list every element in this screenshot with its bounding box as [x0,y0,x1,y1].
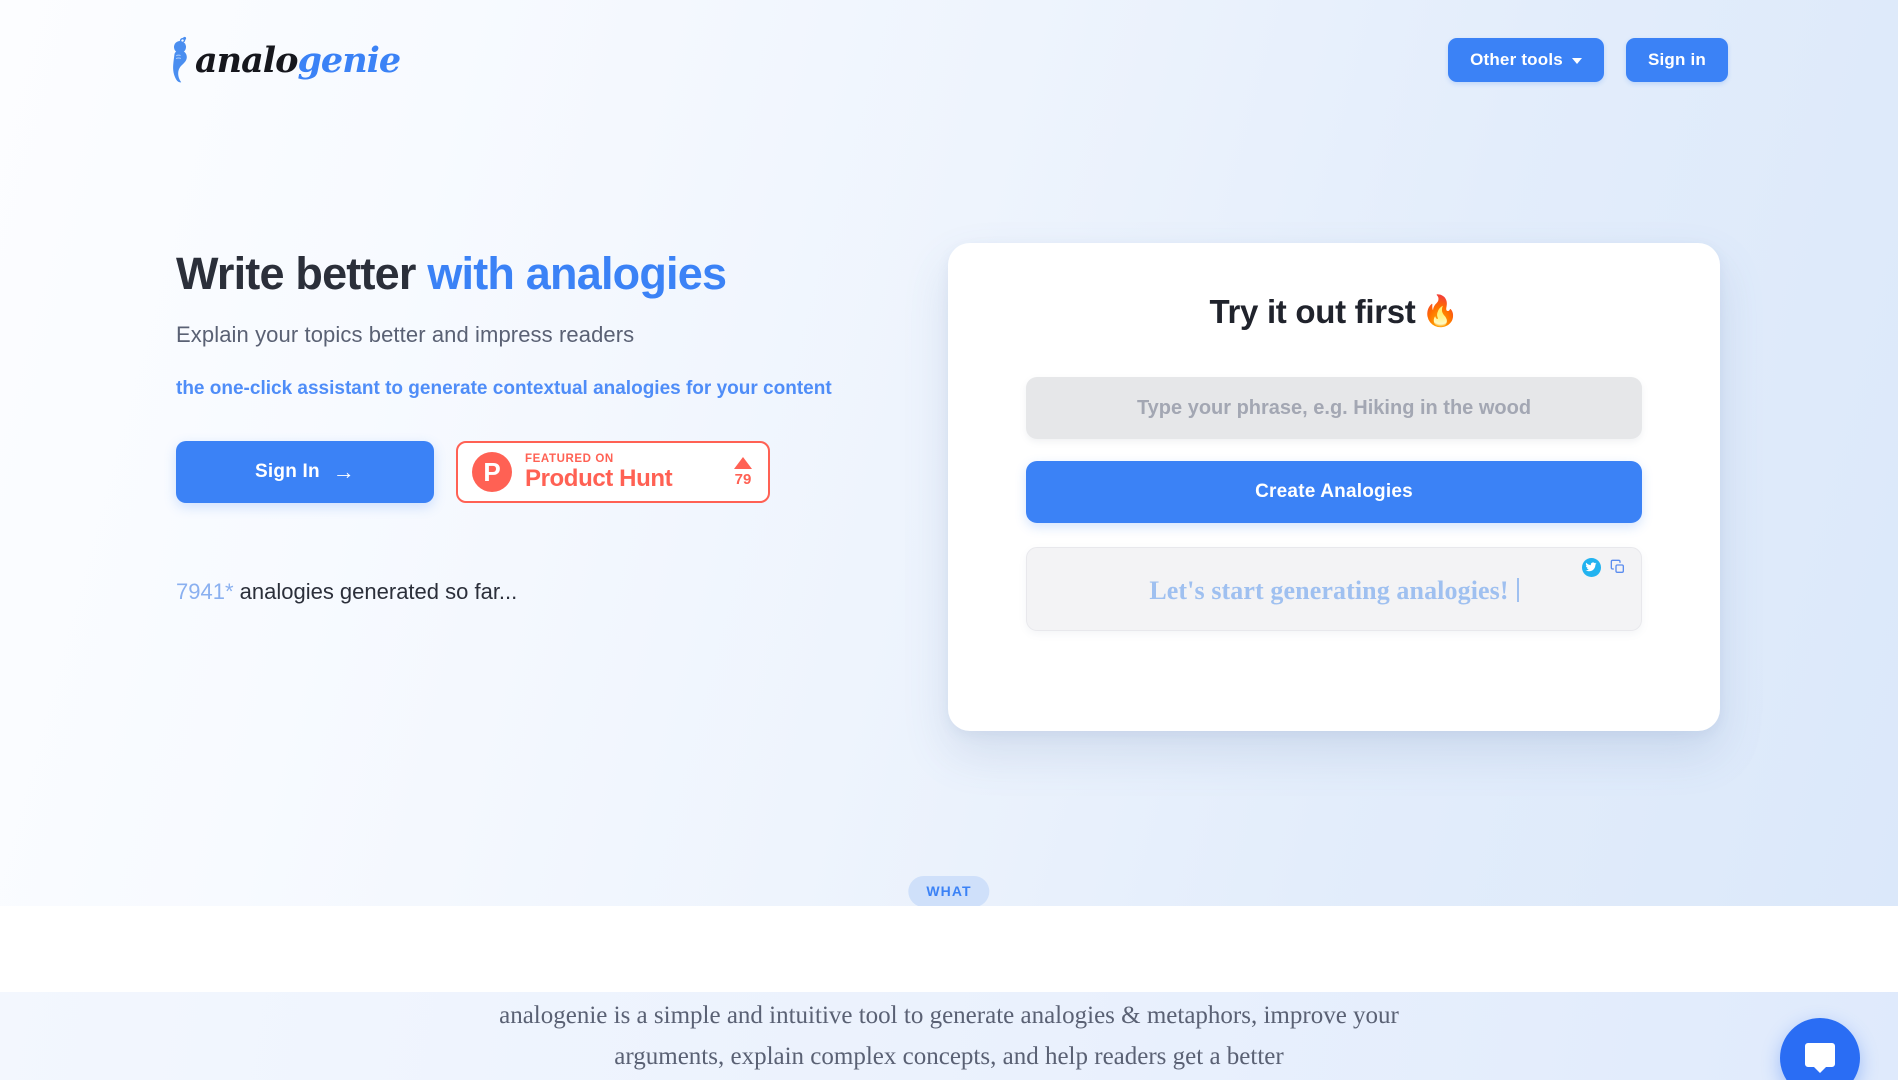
output-tools [1580,556,1629,578]
hero-sign-in-button[interactable]: Sign In → [176,441,434,504]
logo-text-blue: genie [297,39,401,81]
phrase-input[interactable] [1026,377,1642,439]
fire-emoji-icon: 🔥 [1421,295,1459,328]
what-section: analogenie is a simple and intuitive too… [0,906,1898,1080]
demo-card: Try it out first 🔥 Create Analogies [948,243,1720,731]
genie-icon [173,36,187,83]
logo[interactable]: analogenie [165,34,401,86]
twitter-share-button[interactable] [1580,556,1602,578]
other-tools-button[interactable]: Other tools [1448,38,1604,82]
product-hunt-badge[interactable]: P FEATURED ON Product Hunt 79 [456,441,770,504]
hero-left-column: Write better with analogies Explain your… [176,248,896,605]
copy-button[interactable] [1607,556,1629,578]
headline-part-1: Write better [176,248,428,299]
nav-actions: Other tools Sign in [1448,38,1728,82]
product-hunt-name: Product Hunt [525,465,673,493]
navbar: analogenie Other tools Sign in [0,0,1898,110]
logo-wordmark: analogenie [195,39,401,81]
chevron-down-icon [1571,58,1582,64]
analogies-counter-text: analogies generated so far... [233,579,518,605]
logo-text-dark: analo [195,39,298,81]
output-text: Let's start generating analogies! [1149,576,1509,605]
output-text-wrapper: Let's start generating analogies! [1149,576,1519,606]
what-section-description: analogenie is a simple and intuitive too… [499,1002,1399,1070]
create-analogies-button[interactable]: Create Analogies [1026,461,1642,523]
analogies-counter: 7941* analogies generated so far... [176,579,896,605]
sign-in-button[interactable]: Sign in [1625,38,1728,82]
what-section-badge: WHAT [908,876,990,906]
twitter-icon [1581,557,1601,577]
product-hunt-logo-icon: P [472,452,512,493]
demo-card-title-text: Try it out first [1209,293,1416,330]
product-hunt-upvote-count: 79 [734,470,752,488]
demo-card-title: Try it out first 🔥 [1026,293,1642,331]
hero-tagline: the one-click assistant to generate cont… [176,377,832,399]
product-hunt-copy: FEATURED ON Product Hunt [525,453,721,491]
hero-section: analogenie Other tools Sign in Write bet… [0,0,1898,906]
chat-bubble-icon [1805,1043,1835,1073]
arrow-right-icon: → [332,459,355,485]
text-caret [1516,578,1519,602]
copy-icon [1610,559,1624,573]
headline-part-2: with analogies [427,248,727,299]
other-tools-label: Other tools [1470,50,1563,69]
analogies-counter-number: 7941* [176,579,234,605]
analogies-output-box: Let's start generating analogies! [1026,547,1642,631]
page-title: Write better with analogies [176,248,896,300]
sign-in-label: Sign in [1647,50,1706,69]
product-hunt-upvotes[interactable]: 79 [734,456,752,488]
hero-subheading: Explain your topics better and impress r… [176,321,635,347]
upvote-triangle-icon [734,456,752,469]
hero-cta-row: Sign In → P FEATURED ON Product Hunt 79 [176,441,896,504]
product-hunt-featured-label: FEATURED ON [525,453,614,466]
hero-sign-in-label: Sign In [255,461,320,483]
